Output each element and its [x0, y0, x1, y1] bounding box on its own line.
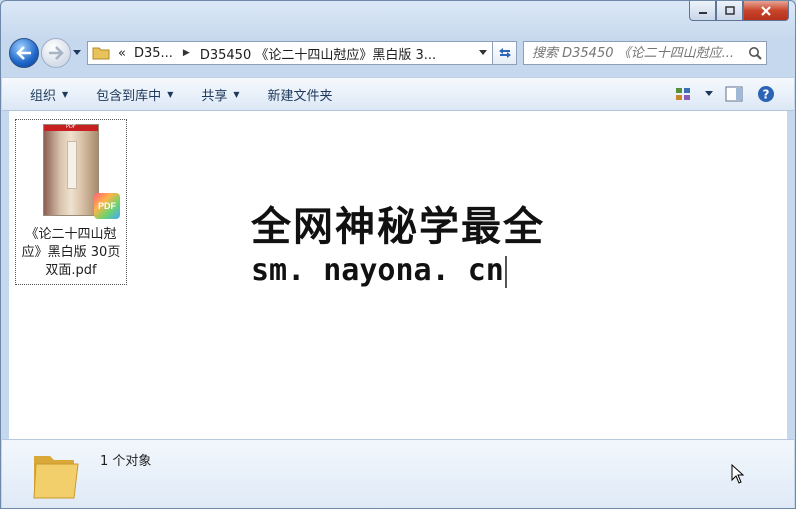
- chevron-down-icon: ▼: [167, 89, 174, 99]
- mouse-pointer-icon: [731, 464, 745, 484]
- view-grid-icon: [676, 88, 690, 100]
- chevron-down-icon: ▼: [62, 89, 69, 99]
- chevron-down-icon: [73, 50, 81, 55]
- chevron-down-icon: ▼: [233, 89, 240, 99]
- view-tools: ?: [670, 82, 794, 106]
- close-button[interactable]: [743, 1, 789, 21]
- maximize-icon: [724, 5, 735, 15]
- pdf-badge-label: PDF: [98, 201, 116, 211]
- close-icon: [761, 5, 771, 16]
- back-button[interactable]: [9, 38, 39, 68]
- thumb-title-strip: [67, 141, 77, 189]
- address-bar[interactable]: « D35... ▶ D35450 《论二十四山尅应》黑白版 3...: [87, 41, 493, 65]
- folder-large-icon: [33, 456, 79, 499]
- minimize-button[interactable]: [689, 1, 716, 21]
- status-item-count: 1 个对象: [100, 454, 152, 469]
- maximize-button[interactable]: [716, 1, 743, 21]
- explorer-window: « D35... ▶ D35450 《论二十四山尅应》黑白版 3... 组织 ▼ …: [0, 0, 796, 509]
- forward-button[interactable]: [41, 38, 71, 68]
- organize-menu[interactable]: 组织 ▼: [16, 82, 82, 106]
- search-box[interactable]: [523, 41, 767, 65]
- refresh-icon: [498, 48, 511, 58]
- new-folder-button[interactable]: 新建文件夹: [254, 82, 347, 106]
- chevron-down-icon: [705, 91, 713, 96]
- organize-label: 组织: [30, 88, 57, 104]
- search-icon[interactable]: [748, 46, 762, 60]
- breadcrumb-current[interactable]: D35450 《论二十四山尅应》黑白版 3...: [200, 44, 436, 63]
- include-in-library-label: 包含到库中: [96, 88, 162, 104]
- recent-pages-dropdown[interactable]: [71, 50, 83, 56]
- help-button[interactable]: ?: [752, 82, 780, 106]
- watermark-line2: sm. nayona. cn: [251, 251, 551, 291]
- watermark-overlay: 全网神秘学最全 sm. nayona. cn: [251, 203, 551, 301]
- change-view-button[interactable]: [670, 82, 698, 106]
- watermark-line1: 全网神秘学最全: [251, 204, 545, 250]
- svg-text:?: ?: [763, 88, 770, 102]
- details-pane: 1 个对象: [2, 439, 794, 508]
- view-options-dropdown[interactable]: [702, 82, 716, 106]
- preview-pane-icon: [725, 86, 743, 102]
- thumb-header-label: PDF: [66, 124, 76, 130]
- include-in-library-menu[interactable]: 包含到库中 ▼: [82, 82, 187, 106]
- refresh-button[interactable]: [493, 41, 517, 65]
- thumb-header: PDF: [44, 124, 98, 131]
- chevron-down-icon: [479, 50, 487, 55]
- address-overflow[interactable]: «: [118, 46, 126, 61]
- minimize-icon: [698, 11, 707, 14]
- arrow-left-icon: [16, 46, 31, 60]
- new-folder-label: 新建文件夹: [267, 88, 333, 104]
- caption-buttons: [689, 1, 789, 21]
- file-item-pdf[interactable]: PDF PDF 《论二十四山尅应》黑白版 30页双面.pdf: [15, 119, 127, 285]
- preview-pane-button[interactable]: [720, 82, 748, 106]
- pdf-app-icon: PDF: [94, 193, 120, 219]
- arrow-right-icon: [49, 46, 64, 60]
- search-input[interactable]: [532, 45, 742, 61]
- address-dropdown[interactable]: [474, 50, 492, 56]
- text-cursor: [504, 255, 507, 288]
- file-name: 《论二十四山尅应》黑白版 30页双面.pdf: [21, 227, 121, 278]
- command-bar: 组织 ▼ 包含到库中 ▼ 共享 ▼ 新建文件夹 ?: [2, 77, 794, 111]
- pdf-thumbnail: PDF PDF: [43, 124, 120, 219]
- share-menu[interactable]: 共享 ▼: [187, 82, 253, 106]
- help-icon: ?: [758, 86, 774, 102]
- watermark-url: sm. nayona. cn: [251, 253, 504, 288]
- file-list-area[interactable]: PDF PDF 《论二十四山尅应》黑白版 30页双面.pdf 全网神秘学最全 s…: [9, 111, 787, 439]
- navigation-bar: « D35... ▶ D35450 《论二十四山尅应》黑白版 3...: [9, 37, 787, 69]
- breadcrumb-parent[interactable]: D35...: [134, 46, 173, 61]
- breadcrumb-separator-icon[interactable]: ▶: [183, 48, 190, 58]
- share-label: 共享: [201, 88, 228, 104]
- folder-small-icon: [92, 47, 110, 60]
